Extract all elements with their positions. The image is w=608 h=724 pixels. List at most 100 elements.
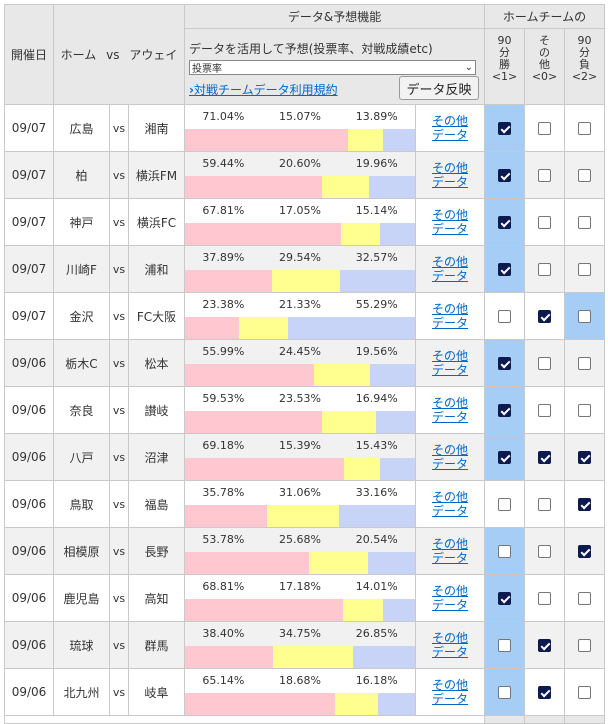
other-data-link[interactable]: その他 データ: [432, 443, 468, 471]
lose-checkbox[interactable]: [578, 216, 592, 229]
lose-cell: [564, 574, 606, 622]
home-rate: 23.38%: [202, 297, 245, 311]
win-checkbox[interactable]: [498, 169, 512, 182]
win-cell: [484, 668, 526, 716]
draw-rate-bar: [273, 646, 354, 668]
match-row: 09/06 相模原 vs 長野 53.78% 25.68% 20.54% その他 データ: [4, 527, 606, 575]
vs-label: vs: [109, 198, 129, 246]
draw-rate-bar: [267, 505, 339, 527]
other-checkbox[interactable]: [538, 451, 552, 464]
lose-checkbox[interactable]: [578, 263, 592, 276]
match-date: 09/07: [4, 104, 54, 152]
lose-checkbox[interactable]: [578, 639, 592, 652]
other-cell: [524, 574, 566, 622]
other-checkbox[interactable]: [538, 122, 552, 135]
away-team: 高知: [127, 574, 186, 622]
lose-checkbox[interactable]: [578, 451, 592, 464]
other-data-cell: その他 データ: [415, 386, 486, 434]
away-team: 松本: [127, 339, 186, 387]
lose-checkbox[interactable]: [578, 122, 592, 135]
other-checkbox[interactable]: [538, 592, 552, 605]
draw-rate: 15.07%: [279, 109, 321, 123]
away-rate-bar: [287, 317, 415, 339]
other-data-link[interactable]: その他 データ: [432, 302, 468, 330]
terms-link[interactable]: ›対戦チームデータ利用規約: [189, 81, 338, 98]
win-checkbox[interactable]: [498, 310, 512, 323]
vote-rate-values: 59.53% 23.53% 16.94%: [185, 387, 415, 409]
other-data-link[interactable]: その他 データ: [432, 631, 468, 659]
other-checkbox[interactable]: [538, 169, 552, 182]
lose-checkbox[interactable]: [578, 545, 592, 558]
win-checkbox[interactable]: [498, 451, 512, 464]
lose-checkbox[interactable]: [578, 357, 592, 370]
lose-checkbox[interactable]: [578, 169, 592, 182]
match-date: 09/06: [4, 527, 54, 575]
win-checkbox[interactable]: [498, 216, 512, 229]
home-team: 金沢: [53, 292, 110, 340]
other-checkbox[interactable]: [538, 639, 552, 652]
match-date: 09/06: [4, 339, 54, 387]
other-data-link[interactable]: その他 データ: [432, 255, 468, 283]
other-checkbox[interactable]: [538, 357, 552, 370]
win-checkbox[interactable]: [498, 404, 512, 417]
lose-cell: [564, 245, 606, 293]
other-data-link[interactable]: その他 データ: [432, 161, 468, 189]
reflect-data-button[interactable]: データ反映: [399, 76, 480, 100]
terms-link-label: 対戦チームデータ利用規約: [193, 82, 338, 97]
away-rate: 55.29%: [355, 297, 398, 311]
other-checkbox[interactable]: [538, 686, 552, 699]
win-checkbox[interactable]: [498, 263, 512, 276]
vs-label: vs: [109, 104, 129, 152]
home-team: 川崎F: [53, 245, 110, 293]
away-rate: 15.14%: [355, 203, 398, 217]
other-data-link[interactable]: その他 データ: [432, 490, 468, 518]
home-rate: 65.14%: [202, 673, 245, 687]
vote-rate-bar: [185, 270, 415, 292]
other-data-link[interactable]: その他 データ: [432, 537, 468, 565]
other-checkbox[interactable]: [538, 216, 552, 229]
other-checkbox[interactable]: [538, 498, 552, 511]
other-checkbox[interactable]: [538, 404, 552, 417]
win-cell: [484, 527, 526, 575]
other-data-link[interactable]: その他 データ: [432, 396, 468, 424]
win-cell: [484, 386, 526, 434]
predict-method-select[interactable]: 投票率 ⌄: [189, 59, 477, 75]
other-data-link[interactable]: その他 データ: [432, 114, 468, 142]
win-checkbox[interactable]: [498, 686, 512, 699]
other-checkbox[interactable]: [538, 545, 552, 558]
win-checkbox[interactable]: [498, 545, 512, 558]
match-date: 09/07: [4, 245, 54, 293]
win-90-header: 90 分勝 <1>: [484, 28, 526, 105]
home-rate-bar: [185, 176, 322, 198]
other-data-link[interactable]: その他 データ: [432, 349, 468, 377]
win-checkbox[interactable]: [498, 498, 512, 511]
vs-label: vs: [109, 621, 129, 669]
win-checkbox[interactable]: [498, 357, 512, 370]
other-cell: [524, 104, 566, 152]
win-checkbox[interactable]: [498, 639, 512, 652]
draw-rate-bar: [348, 129, 384, 151]
other-data-link[interactable]: その他 データ: [432, 584, 468, 612]
lose-checkbox[interactable]: [578, 498, 592, 511]
other-checkbox[interactable]: [538, 310, 552, 323]
other-data-cell: その他 データ: [415, 198, 486, 246]
match-row: 09/06 琉球 vs 群馬 38.40% 34.75% 26.85% その他 データ: [4, 621, 606, 669]
win-checkbox[interactable]: [498, 122, 512, 135]
away-rate-bar: [383, 129, 415, 151]
home-rate: 69.18%: [202, 438, 245, 452]
lose-checkbox[interactable]: [578, 686, 592, 699]
win-checkbox[interactable]: [498, 592, 512, 605]
other-data-link[interactable]: その他 データ: [432, 678, 468, 706]
match-date: 09/06: [4, 621, 54, 669]
draw-rate: 23.53%: [279, 391, 321, 405]
lose-cell: [564, 198, 606, 246]
lose-checkbox[interactable]: [578, 310, 592, 323]
other-cell: [524, 668, 566, 716]
away-team: 岐阜: [127, 668, 186, 716]
other-data-link[interactable]: その他 データ: [432, 208, 468, 236]
lose-checkbox[interactable]: [578, 592, 592, 605]
other-checkbox[interactable]: [538, 263, 552, 276]
match-date: 09/06: [4, 574, 54, 622]
match-date: 09/06: [4, 480, 54, 528]
lose-checkbox[interactable]: [578, 404, 592, 417]
